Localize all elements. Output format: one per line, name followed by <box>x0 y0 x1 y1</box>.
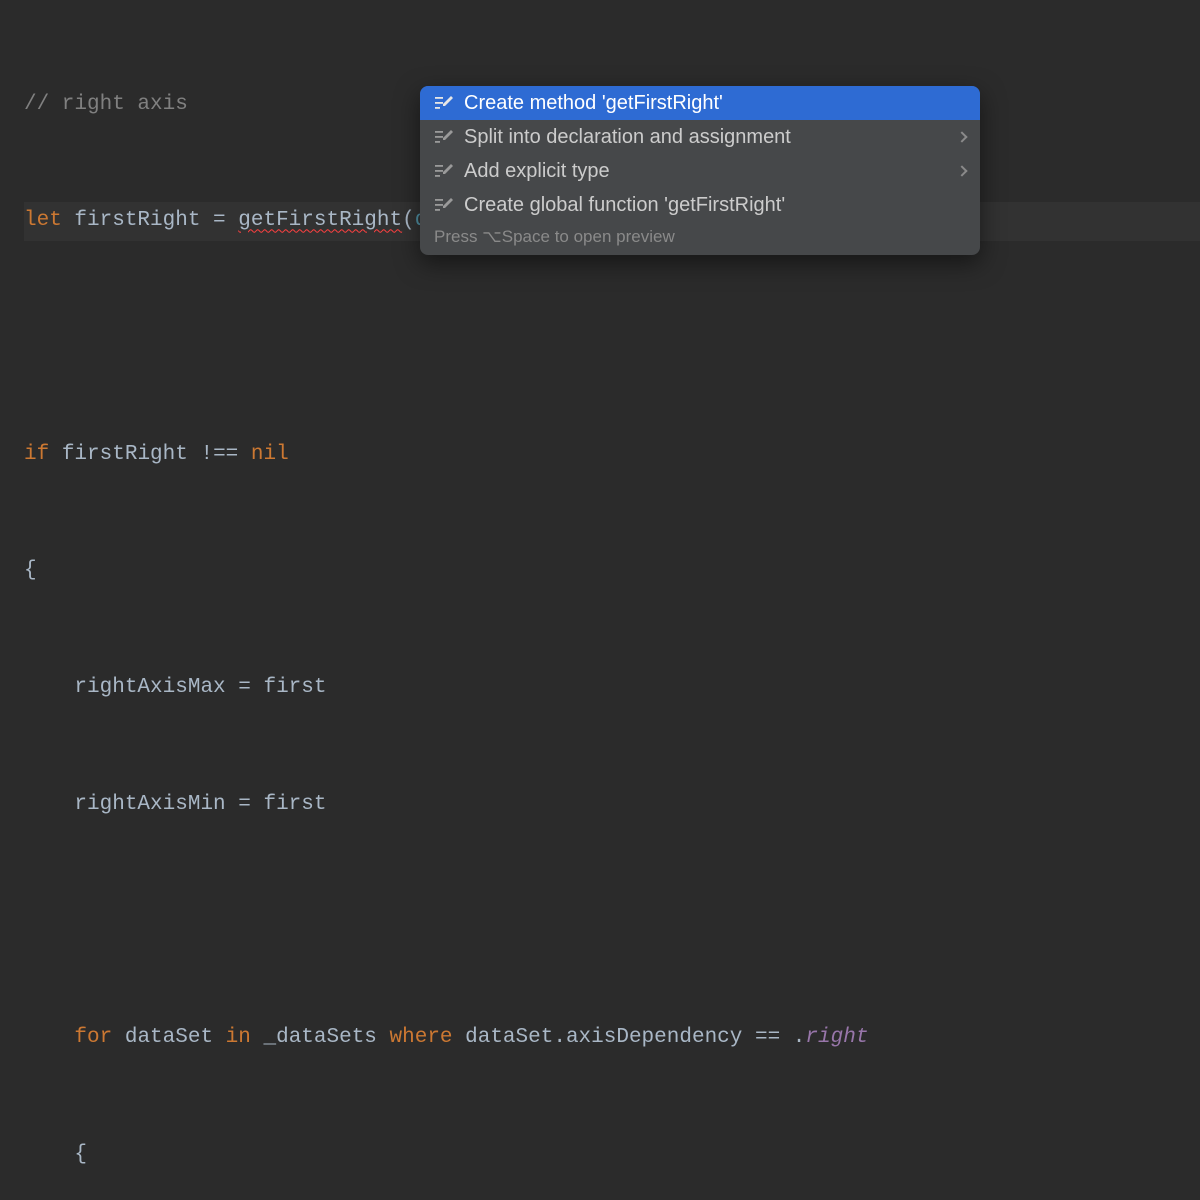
code-line: rightAxisMax = first <box>24 669 1200 708</box>
intention-label: Split into declaration and assignment <box>464 127 948 147</box>
chevron-right-icon <box>956 131 967 142</box>
intention-label: Add explicit type <box>464 161 948 181</box>
code-line: { <box>24 1136 1200 1175</box>
intention-item-split-declaration[interactable]: Split into declaration and assignment <box>420 120 980 154</box>
pencil-edit-icon <box>434 93 454 113</box>
chevron-right-icon <box>956 165 967 176</box>
unresolved-call: getFirstRight <box>238 209 402 232</box>
code-line: for dataSet in _dataSets where dataSet.a… <box>24 1019 1200 1058</box>
intention-item-create-global-function[interactable]: Create global function 'getFirstRight' <box>420 188 980 222</box>
code-line: { <box>24 552 1200 591</box>
intention-label: Create global function 'getFirstRight' <box>464 195 966 215</box>
intention-item-add-explicit-type[interactable]: Add explicit type <box>420 154 980 188</box>
pencil-edit-icon <box>434 127 454 147</box>
code-line: if firstRight !== nil <box>24 436 1200 475</box>
pencil-edit-icon <box>434 161 454 181</box>
code-line <box>24 903 1200 942</box>
code-line <box>24 319 1200 358</box>
intention-label: Create method 'getFirstRight' <box>464 93 966 113</box>
popup-footer-hint: Press ⌥Space to open preview <box>420 222 980 255</box>
pencil-edit-icon <box>434 195 454 215</box>
comment-text: // right axis <box>24 93 188 116</box>
intention-item-create-method[interactable]: Create method 'getFirstRight' <box>420 86 980 120</box>
code-line: rightAxisMin = first <box>24 786 1200 825</box>
intention-actions-popup[interactable]: Create method 'getFirstRight' Split into… <box>420 86 980 255</box>
